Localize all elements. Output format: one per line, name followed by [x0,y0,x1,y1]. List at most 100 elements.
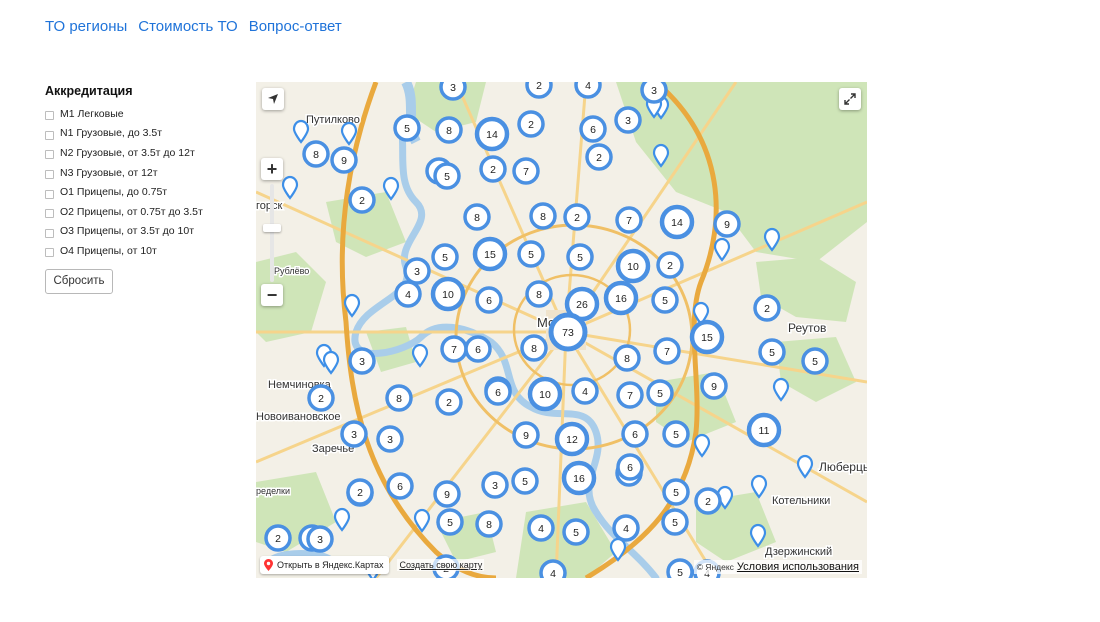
cluster-marker[interactable]: 5 [662,420,690,448]
filter-o3[interactable]: O3 Прицепы, от 3.5т до 10т [45,222,245,242]
cluster-marker[interactable]: 2 [479,155,507,183]
cluster-marker[interactable]: 3 [640,82,668,104]
cluster-marker[interactable]: 2 [585,143,613,171]
cluster-marker[interactable]: 3 [306,525,334,553]
cluster-marker[interactable]: 9 [512,421,540,449]
create-map-link[interactable]: Создать свою карту [397,559,485,571]
cluster-marker[interactable]: 73 [548,312,588,352]
cluster-marker[interactable]: 5 [562,518,590,546]
cluster-marker[interactable]: 9 [700,372,728,400]
zoom-slider-thumb[interactable] [263,224,281,232]
nav-link-cost[interactable]: Стоимость ТО [138,18,237,35]
cluster-marker[interactable]: 3 [403,257,431,285]
cluster-marker[interactable]: 14 [659,204,695,240]
cluster-marker[interactable]: 7 [512,157,540,185]
checkbox[interactable] [45,130,54,140]
cluster-marker[interactable]: 9 [330,146,358,174]
cluster-marker[interactable]: 5 [666,558,694,578]
cluster-marker[interactable]: 7 [440,335,468,363]
cluster-marker[interactable]: 5 [758,338,786,366]
terms-of-use-link[interactable]: Условия использования [737,561,859,573]
cluster-marker[interactable]: 10 [615,248,651,284]
map-container[interactable]: Путилково горск Рублёво Москва Реутов Не… [256,82,867,578]
filter-n1[interactable]: N1 Грузовые, до 3.5т [45,124,245,144]
cluster-marker[interactable]: 6 [621,420,649,448]
cluster-marker[interactable]: 4 [574,82,602,99]
cluster-marker[interactable]: 8 [613,344,641,372]
map-base[interactable]: Путилково горск Рублёво Москва Реутов Не… [256,82,867,578]
cluster-marker[interactable]: 5 [433,162,461,190]
cluster-marker[interactable]: 16 [603,280,639,316]
cluster-marker[interactable]: 2 [435,388,463,416]
cluster-marker[interactable]: 8 [435,116,463,144]
cluster-marker[interactable]: 2 [307,384,335,412]
cluster-marker[interactable]: 8 [520,334,548,362]
cluster-marker[interactable]: 4 [527,514,555,542]
cluster-marker[interactable]: 2 [517,110,545,138]
cluster-marker[interactable]: 4 [571,377,599,405]
cluster-marker[interactable]: 5 [393,114,421,142]
zoom-slider-track[interactable] [270,184,274,282]
cluster-marker[interactable]: 8 [475,510,503,538]
cluster-marker[interactable]: 2 [753,294,781,322]
cluster-marker[interactable]: 3 [376,425,404,453]
filter-o2[interactable]: O2 Прицепы, от 0.75т до 3.5т [45,202,245,222]
cluster-marker[interactable]: 9 [433,480,461,508]
cluster-marker[interactable]: 6 [464,335,492,363]
zoom-out-button[interactable]: − [261,284,283,306]
checkbox[interactable] [45,209,54,219]
cluster-marker[interactable]: 8 [302,140,330,168]
nav-link-faq[interactable]: Вопрос-ответ [249,18,342,35]
cluster-marker[interactable]: 6 [579,115,607,143]
cluster-marker[interactable]: 3 [348,347,376,375]
cluster-marker[interactable]: 8 [529,202,557,230]
cluster-marker[interactable]: 5 [431,243,459,271]
cluster-marker[interactable]: 5 [646,379,674,407]
cluster-marker[interactable]: 6 [386,472,414,500]
cluster-marker[interactable]: 5 [801,347,829,375]
filter-m1[interactable]: M1 Легковые [45,104,245,124]
reset-button[interactable]: Сбросить [45,268,113,294]
cluster-marker[interactable]: 14 [474,116,510,152]
cluster-marker[interactable]: 5 [662,478,690,506]
filter-n2[interactable]: N2 Грузовые, от 3.5т до 12т [45,143,245,163]
cluster-marker[interactable]: 5 [651,286,679,314]
cluster-marker[interactable]: 5 [517,240,545,268]
cluster-marker[interactable]: 7 [616,381,644,409]
filter-o1[interactable]: O1 Прицепы, до 0.75т [45,182,245,202]
cluster-marker[interactable]: 2 [264,524,292,552]
cluster-marker[interactable]: 3 [614,106,642,134]
checkbox[interactable] [45,170,54,180]
fullscreen-button[interactable] [839,88,861,110]
cluster-marker[interactable]: 8 [385,384,413,412]
cluster-marker[interactable]: 2 [563,203,591,231]
cluster-marker[interactable]: 6 [616,453,644,481]
checkbox[interactable] [45,189,54,199]
cluster-marker[interactable]: 3 [481,471,509,499]
cluster-marker[interactable]: 15 [689,319,725,355]
cluster-marker[interactable]: 7 [653,337,681,365]
zoom-in-button[interactable]: + [261,158,283,180]
cluster-marker[interactable]: 11 [746,412,782,448]
cluster-marker[interactable]: 4 [612,514,640,542]
cluster-marker[interactable]: 2 [656,251,684,279]
cluster-marker[interactable]: 12 [554,421,590,457]
filter-n3[interactable]: N3 Грузовые, от 12т [45,163,245,183]
cluster-marker[interactable]: 2 [694,487,722,515]
cluster-marker[interactable]: 15 [472,236,508,272]
cluster-marker[interactable]: 4 [394,280,422,308]
open-in-yandex-button[interactable]: Открыть в Яндекс.Картах [260,556,390,574]
locate-button[interactable] [262,88,284,110]
cluster-marker[interactable]: 7 [615,206,643,234]
cluster-marker[interactable]: 6 [475,286,503,314]
cluster-marker[interactable]: 10 [430,276,466,312]
cluster-marker[interactable]: 3 [439,82,467,101]
cluster-marker[interactable]: 8 [463,203,491,231]
checkbox[interactable] [45,111,54,121]
cluster-marker[interactable]: 5 [661,508,689,536]
cluster-marker[interactable]: 16 [561,460,597,496]
checkbox[interactable] [45,150,54,160]
checkbox[interactable] [45,228,54,238]
cluster-marker[interactable]: 3 [340,420,368,448]
filter-o4[interactable]: O4 Прицепы, от 10т [45,241,245,261]
